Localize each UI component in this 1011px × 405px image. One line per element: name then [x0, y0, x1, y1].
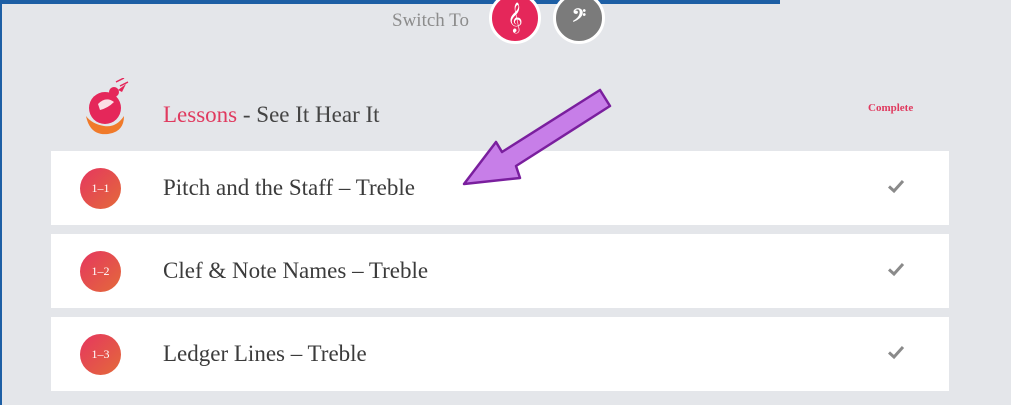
bird-logo-icon [86, 78, 129, 135]
check-icon [887, 179, 905, 194]
lessons-title: Lessons - See It Hear It [163, 102, 380, 128]
bass-clef-icon: 𝄢 [571, 5, 587, 31]
bass-clef-button[interactable]: 𝄢 [553, 0, 605, 44]
pointer-arrow-annotation [462, 88, 612, 186]
lesson-title[interactable]: Ledger Lines – Treble [163, 341, 367, 367]
lesson-row-1-3[interactable]: 1–3 Ledger Lines – Treble [51, 317, 949, 391]
lesson-number-badge: 1–1 [80, 168, 121, 209]
lesson-title[interactable]: Clef & Note Names – Treble [163, 258, 428, 284]
check-icon [887, 345, 905, 360]
lesson-number-badge: 1–2 [80, 251, 121, 292]
window-left-border [0, 0, 2, 405]
lesson-number-badge: 1–3 [80, 334, 121, 375]
switch-to-label: Switch To [392, 10, 469, 31]
complete-status-label: Complete [868, 102, 914, 114]
treble-clef-button[interactable]: 𝄞 [489, 0, 541, 44]
lesson-title[interactable]: Pitch and the Staff – Treble [163, 175, 415, 201]
treble-clef-icon: 𝄞 [507, 2, 523, 33]
lessons-title-rest: - See It Hear It [237, 102, 380, 127]
lessons-title-accent: Lessons [163, 102, 238, 127]
lesson-row-1-2[interactable]: 1–2 Clef & Note Names – Treble [51, 234, 949, 308]
check-icon [887, 262, 905, 277]
clef-switcher: Switch To 𝄞 𝄢 [0, 0, 1011, 50]
